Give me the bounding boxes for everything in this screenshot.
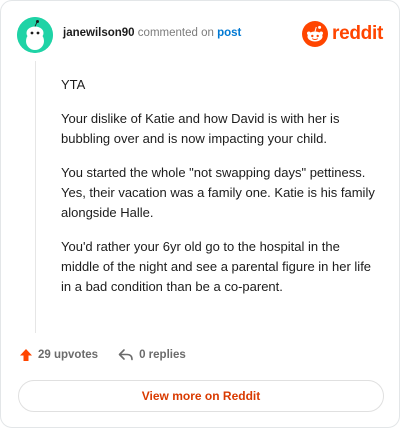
username-link[interactable]: janewilson90 (63, 27, 135, 39)
comment-header: janewilson90 commented on post reddit (17, 17, 383, 53)
reply-count: 0 replies (139, 349, 186, 361)
upvote-button[interactable]: 29 upvotes (19, 348, 98, 362)
post-link[interactable]: post (217, 27, 241, 39)
reddit-wordmark: reddit (332, 23, 383, 44)
thread-line (35, 61, 36, 333)
comment-paragraph: YTA (61, 77, 86, 92)
reddit-logo[interactable]: reddit (302, 20, 383, 48)
reply-button[interactable]: 0 replies (118, 348, 186, 362)
comment-paragraph: Your dislike of Katie and how David is w… (61, 111, 340, 146)
comment-actions: 29 upvotes 0 replies (19, 345, 186, 365)
comment-paragraph: You started the whole "not swapping days… (61, 165, 375, 220)
comment-embed-card: janewilson90 commented on post reddit YT… (0, 0, 400, 428)
reply-arrow-icon (118, 349, 133, 361)
comment-paragraph: You'd rather your 6yr old go to the hosp… (61, 239, 372, 294)
snoo-avatar-icon[interactable] (17, 17, 53, 53)
byline: janewilson90 commented on post (63, 27, 241, 39)
comment-body: YTA Your dislike of Katie and how David … (61, 75, 379, 311)
reddit-logo-icon (302, 21, 329, 47)
upvote-count: 29 upvotes (38, 349, 99, 361)
action-text: commented on (137, 27, 214, 39)
view-more-button[interactable]: View more on Reddit (18, 380, 384, 412)
upvote-arrow-icon (20, 349, 32, 361)
